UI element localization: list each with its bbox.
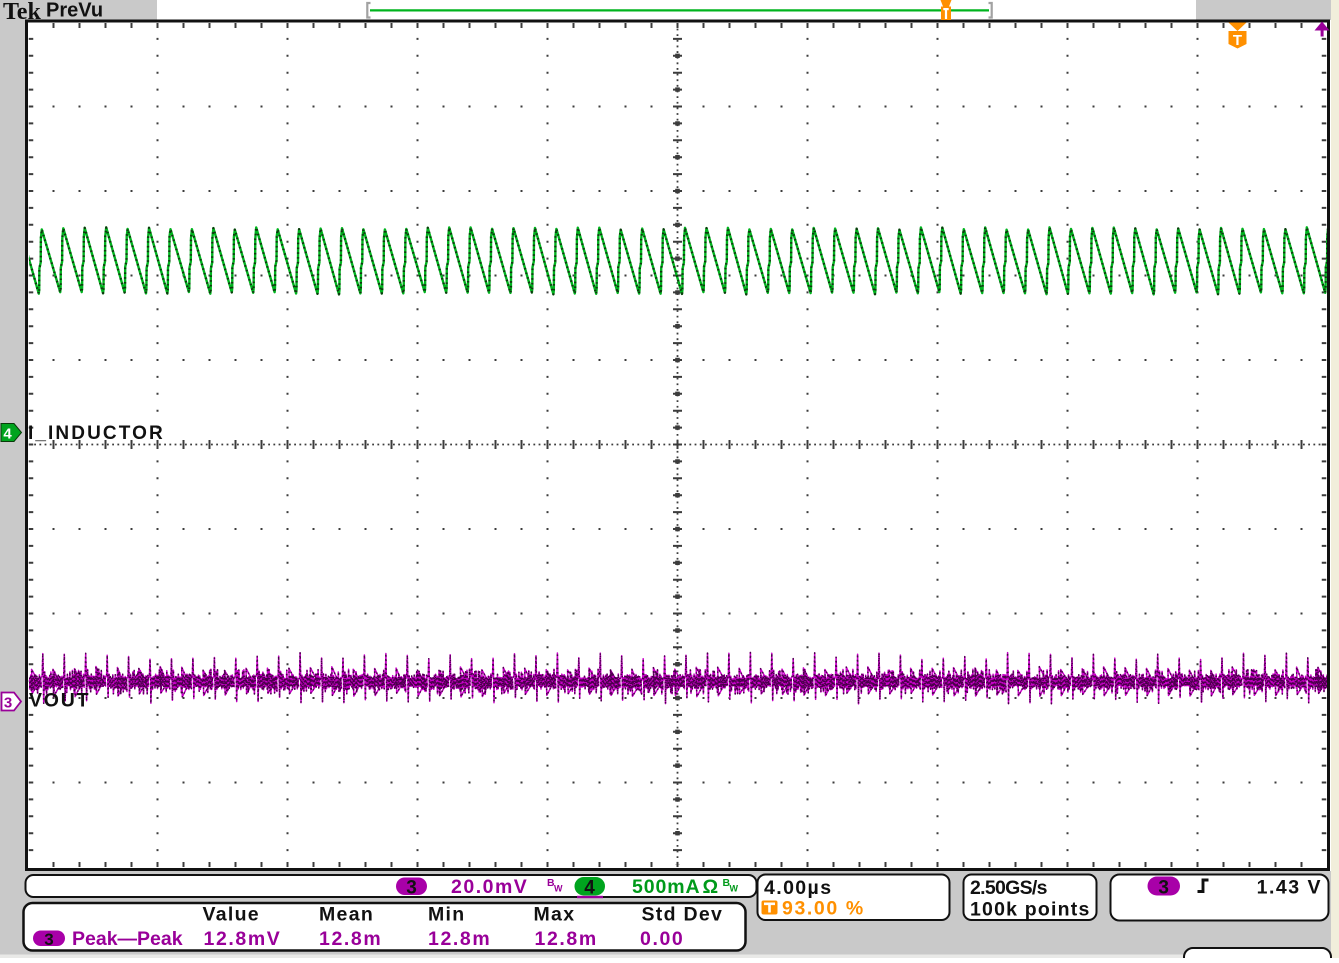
svg-text:3: 3 [4,695,12,712]
svg-text:3: 3 [406,877,417,898]
svg-text:4: 4 [584,878,595,899]
svg-text:4.00µs: 4.00µs [764,877,832,899]
svg-text:0.00: 0.00 [640,928,684,950]
svg-text:12.8m: 12.8m [428,928,491,950]
svg-text:Tek: Tek [3,0,41,25]
svg-text:Value: Value [203,904,260,926]
svg-text:100k points: 100k points [970,899,1091,921]
svg-text:3: 3 [44,930,53,949]
svg-text:3: 3 [1158,878,1169,899]
svg-text:4: 4 [3,426,12,443]
svg-text:12.8mV: 12.8mV [204,928,282,950]
svg-text:93.00 %: 93.00 % [782,898,865,920]
svg-text:Max: Max [534,904,576,926]
svg-text:12.8m: 12.8m [535,928,598,950]
svg-text:Peak—Peak: Peak—Peak [72,928,183,950]
svg-text:I_INDUCTOR: I_INDUCTOR [28,423,165,444]
svg-text:Min: Min [428,904,465,926]
svg-text:VOUT: VOUT [29,690,90,712]
svg-text:T: T [1233,32,1242,49]
svg-text:Mean: Mean [319,904,374,926]
svg-text:500mA: 500mA [632,876,700,898]
svg-text:20.0mV: 20.0mV [451,876,528,898]
svg-text:Ω: Ω [703,876,719,898]
svg-text:W: W [730,884,739,894]
svg-text:1.43 V: 1.43 V [1257,877,1322,899]
svg-text:12.8m: 12.8m [319,928,382,950]
svg-text:2.50GS/s: 2.50GS/s [970,877,1048,899]
svg-text:W: W [554,884,563,894]
svg-text:Std Dev: Std Dev [642,904,724,926]
svg-text:PreVu: PreVu [46,0,103,22]
